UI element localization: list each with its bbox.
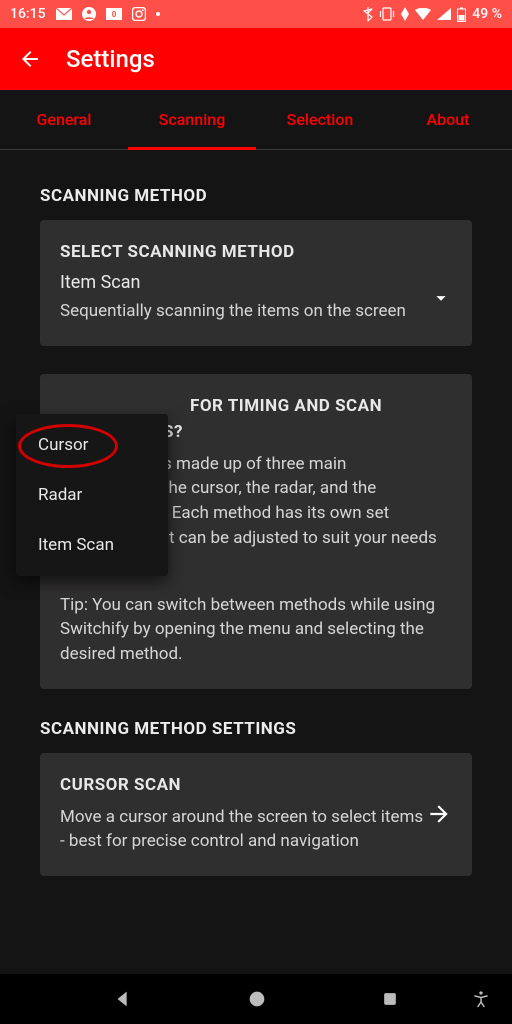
cursor-scan-description: Move a cursor around the screen to selec… [60,805,426,854]
select-method-dropdown[interactable]: Item Scan Sequentially scanning the item… [60,272,452,324]
more-dot-icon [156,12,160,16]
tab-selection[interactable]: Selection [256,90,384,149]
select-method-value: Item Scan [60,272,416,293]
status-right: 49 % [363,6,502,22]
status-bar: 16:15 0 49 % [0,0,512,28]
arrow-right-icon [426,801,452,827]
signal-icon [437,8,451,20]
info-card-title-fragment: FOR TIMING AND SCAN [60,396,452,416]
info-card-tip: Tip: You can switch between methods whil… [60,593,452,667]
tab-bar: General Scanning Selection About [0,90,512,150]
select-method-description: Sequentially scanning the items on the s… [60,299,416,324]
svg-text:0: 0 [111,10,116,19]
tab-about[interactable]: About [384,90,512,149]
system-nav-bar [0,974,512,1024]
wifi-icon [415,8,431,20]
nav-home-icon[interactable] [246,988,268,1010]
nav-accessibility-icon[interactable] [472,990,490,1008]
section-title-scanning-method: SCANNING METHOD [40,186,472,206]
cursor-scan-title: CURSOR SCAN [60,775,426,795]
scanning-method-dropdown-menu: Cursor Radar Item Scan [16,414,168,576]
select-scanning-method-card[interactable]: SELECT SCANNING METHOD Item Scan Sequent… [40,220,472,346]
tab-scanning[interactable]: Scanning [128,90,256,149]
status-left: 16:15 0 [10,6,160,22]
battery-icon [457,7,466,22]
back-icon[interactable] [18,47,42,71]
tab-general[interactable]: General [0,90,128,149]
message-icon: 0 [106,8,122,20]
info-title-line1: FOR TIMING AND SCAN [190,396,382,416]
vibrate-icon [379,7,395,21]
bluetooth-icon [363,6,373,22]
page-title: Settings [66,45,155,73]
account-icon [82,7,96,21]
dropdown-option-radar[interactable]: Radar [16,470,168,520]
mail-icon [56,8,72,20]
status-time: 16:15 [10,6,46,22]
nav-back-icon[interactable] [112,988,134,1010]
dropdown-option-cursor[interactable]: Cursor [16,420,168,470]
cursor-scan-card[interactable]: CURSOR SCAN Move a cursor around the scr… [40,753,472,876]
nav-recent-icon[interactable] [380,989,400,1009]
dropdown-option-item-scan[interactable]: Item Scan [16,520,168,570]
location-icon [401,7,409,21]
app-header: Settings [0,28,512,90]
chevron-down-icon [430,287,452,309]
instagram-icon [132,7,146,21]
section-title-method-settings: SCANNING METHOD SETTINGS [40,719,472,739]
battery-text: 49 % [472,6,502,22]
select-method-title: SELECT SCANNING METHOD [60,242,452,262]
